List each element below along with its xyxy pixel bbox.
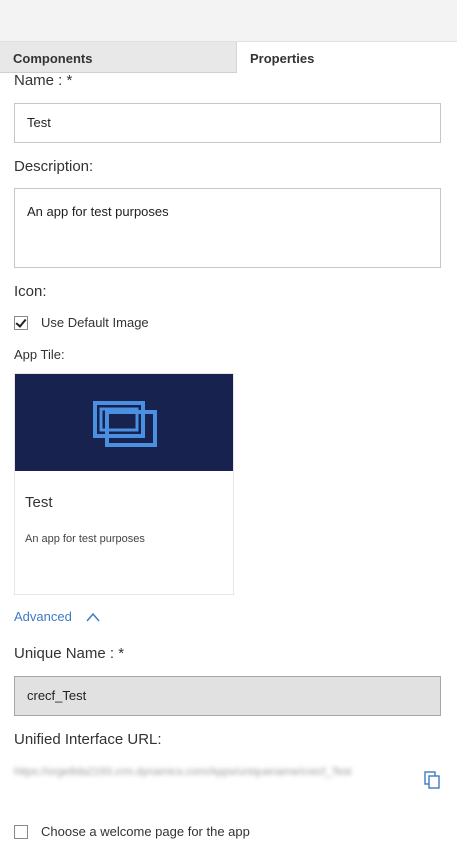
copy-icon[interactable] (424, 771, 440, 789)
app-tile-description: An app for test purposes (25, 533, 145, 545)
welcome-page-label: Choose a welcome page for the app (41, 824, 250, 839)
description-label: Description: (14, 158, 94, 175)
use-default-image-checkbox[interactable] (14, 316, 28, 330)
name-input[interactable]: Test (14, 103, 441, 143)
tab-bar: Components Properties (0, 41, 457, 73)
tab-components[interactable]: Components (0, 42, 237, 73)
use-default-image-label: Use Default Image (41, 315, 149, 330)
properties-panel: Name : * Test Description: An app for te… (0, 72, 457, 845)
chevron-up-icon (86, 612, 100, 622)
unique-name-input: crecf_Test (14, 676, 441, 716)
welcome-page-checkbox[interactable] (14, 825, 28, 839)
advanced-label: Advanced (14, 609, 72, 624)
tab-properties[interactable]: Properties (237, 42, 457, 73)
unified-url-value[interactable]: https://orge8da2193.crm.dynamics.com/App… (14, 764, 414, 781)
top-bar (0, 0, 457, 41)
app-tile-title: Test (25, 494, 53, 511)
app-window-stack-icon (93, 401, 157, 447)
unified-url-label: Unified Interface URL: (14, 731, 162, 748)
app-tile-banner (15, 374, 233, 471)
unique-name-label: Unique Name : * (14, 645, 125, 662)
app-tile-preview: Test An app for test purposes (14, 373, 234, 595)
app-tile-label: App Tile: (14, 347, 65, 362)
name-label: Name : * (14, 72, 73, 89)
description-input[interactable]: An app for test purposes (14, 188, 441, 268)
icon-label: Icon: (14, 283, 47, 300)
advanced-toggle[interactable]: Advanced (14, 609, 100, 624)
